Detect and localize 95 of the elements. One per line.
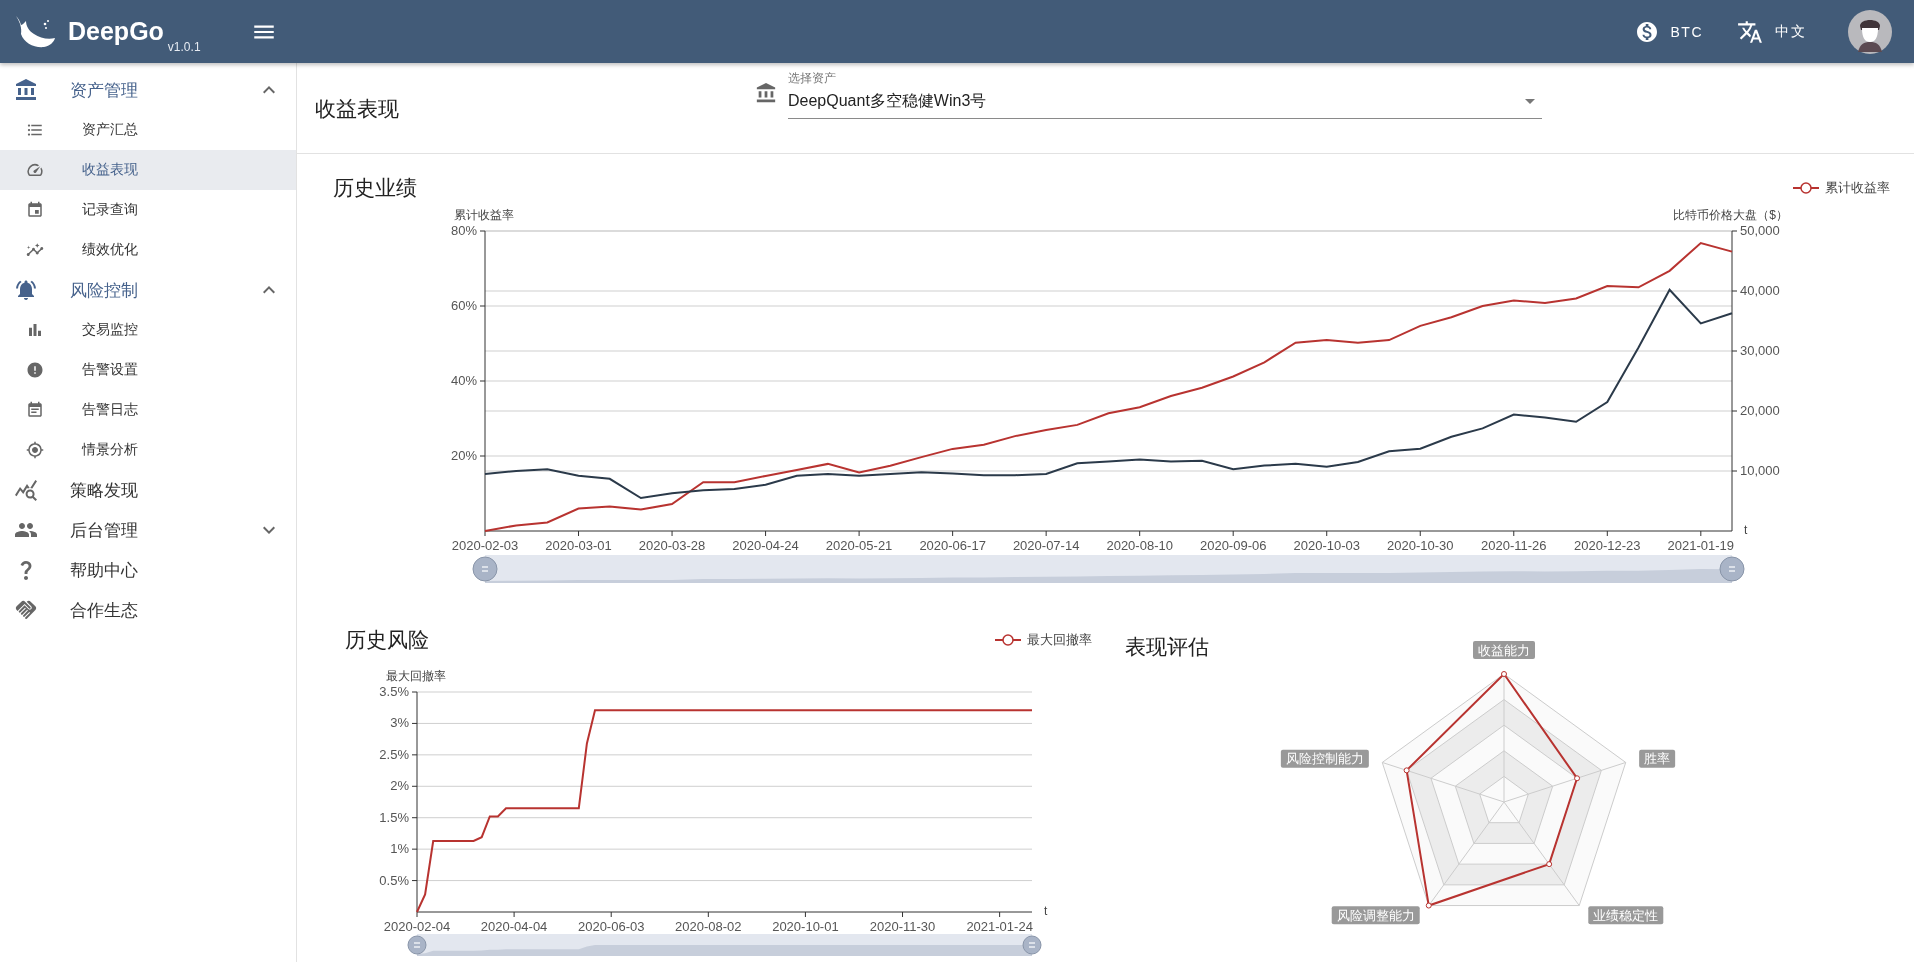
bank-icon: [755, 82, 777, 104]
target-icon: [26, 441, 44, 459]
sidebar-item[interactable]: 收益表现: [0, 150, 296, 190]
tick-label: 80%: [450, 223, 477, 238]
tick-label: 2020-10-03: [1293, 538, 1360, 553]
slider-handle[interactable]: [472, 556, 498, 582]
axis-title: t: [1744, 523, 1748, 537]
avatar[interactable]: [1848, 9, 1892, 54]
tick-label: 2020-10-30: [1387, 538, 1454, 553]
tick-label: 50,000: [1740, 223, 1780, 238]
tick-label: 2020-11-26: [1481, 538, 1547, 553]
bank-icon: [14, 78, 38, 102]
slider-handle[interactable]: [1719, 556, 1745, 582]
tick-label: 2021-01-24: [966, 919, 1033, 934]
page-title: 收益表现: [315, 96, 400, 122]
tick-label: 2020-07-14: [1012, 538, 1080, 553]
axis-title: 比特币价格大盘（$）: [1673, 208, 1788, 222]
tick-label: 2020-05-21: [825, 538, 893, 553]
tick-label: 1.5%: [379, 809, 409, 825]
sidebar-group[interactable]: 风险控制: [0, 270, 296, 310]
sidebar-group[interactable]: 资产管理: [0, 70, 296, 110]
legend-marker-icon[interactable]: [1793, 181, 1819, 195]
tick-label: 10,000: [1740, 463, 1780, 478]
indicator-label: 业绩稳定性: [1588, 906, 1664, 925]
sidebar-item[interactable]: 告警设置: [0, 350, 296, 390]
tick-label: 2020-02-03: [451, 538, 519, 553]
tick-label: 2020-04-24: [732, 538, 799, 553]
tick-label: 2020-06-03: [577, 919, 645, 934]
sidebar-item[interactable]: 绩效优化: [0, 230, 296, 270]
tick-label: 2020-06-17: [919, 538, 986, 553]
legend-label: 最大回撤率: [1027, 631, 1092, 649]
sidebar-group[interactable]: 帮助中心: [0, 550, 296, 590]
bar-chart-icon: [26, 321, 44, 339]
tick-label: 2.5%: [379, 746, 409, 762]
legend-marker-icon[interactable]: [995, 633, 1021, 647]
indicator-label: 收益能力: [1473, 641, 1535, 659]
chart-icon: [14, 478, 38, 502]
sidebar-item[interactable]: 资产汇总: [0, 110, 296, 150]
tick-label: 2020-12-23: [1574, 538, 1641, 553]
sidebar-group[interactable]: 合作生态: [0, 590, 296, 630]
section-title: 历史风险: [345, 627, 429, 653]
tick-label: 3%: [390, 715, 409, 731]
tick-label: 20%: [450, 448, 477, 463]
gauge-icon: [26, 161, 44, 179]
calendar-icon: [26, 201, 44, 219]
dollar-icon: [1634, 19, 1659, 44]
alert-icon: [26, 361, 44, 379]
tick-label: 1%: [390, 841, 409, 857]
tick-label: 2020-11-30: [869, 919, 936, 934]
tick-label: 3.5%: [379, 684, 409, 699]
range-slider[interactable]: [417, 934, 1032, 956]
tick-label: 2020-03-01: [545, 538, 612, 553]
tick-label: 2020-08-02: [675, 919, 742, 934]
sidebar-item[interactable]: 告警日志: [0, 390, 296, 430]
tick-label: 60%: [450, 298, 477, 313]
legend-label: 累计收益率: [1825, 179, 1890, 197]
handshake-icon: [14, 598, 38, 622]
tick-label: 40,000: [1740, 283, 1780, 298]
indicator-label: 风险控制能力: [1280, 749, 1369, 768]
slider-handle[interactable]: [1022, 935, 1042, 955]
axis-title: 累计收益率: [454, 208, 514, 222]
tick-label: 0.5%: [379, 872, 409, 888]
app-logo: DeepGo: [68, 17, 164, 46]
sidebar-group[interactable]: 后台管理: [0, 510, 296, 550]
asset-select[interactable]: 选择资产 DeepQuant多空稳健Win3号: [788, 70, 1542, 119]
tick-label: 2020-08-10: [1106, 538, 1173, 553]
line-chart-icon: [26, 241, 44, 259]
tick-label: 2%: [390, 778, 409, 794]
tick-label: 2020-03-28: [638, 538, 706, 553]
translate-icon: [1737, 18, 1763, 45]
sidebar-group[interactable]: 策略发现: [0, 470, 296, 510]
sidebar-item[interactable]: 交易监控: [0, 310, 296, 350]
axis-title: 最大回撤率: [386, 669, 446, 683]
caret-icon: [1525, 99, 1535, 104]
section-title: 历史业绩: [333, 175, 417, 201]
sidebar-item[interactable]: 情景分析: [0, 430, 296, 470]
tick-label: 40%: [450, 373, 477, 388]
tick-label: 2021-01-19: [1667, 538, 1735, 553]
section-title: 表现评估: [1125, 634, 1210, 659]
tick-label: 30,000: [1740, 343, 1780, 358]
indicator-label: 胜率: [1639, 749, 1676, 768]
tick-label: 2020-09-06: [1199, 538, 1267, 553]
tick-label: 2020-02-04: [383, 919, 451, 934]
tick-label: 20,000: [1740, 403, 1780, 418]
tick-label: 2020-04-04: [480, 919, 548, 934]
slider-handle[interactable]: [407, 935, 427, 955]
calendar-icon: [26, 401, 44, 419]
currency-button[interactable]: BTC: [1634, 15, 1703, 48]
language-button[interactable]: 中文: [1737, 14, 1806, 49]
tick-label: 2020-10-01: [772, 919, 839, 934]
sidebar-item[interactable]: 记录查询: [0, 190, 296, 230]
axis-title: t: [1044, 904, 1048, 918]
app-version: v1.0.1: [167, 40, 201, 54]
indicator-label: 风险调整能力: [1331, 906, 1420, 925]
bell-icon: [14, 278, 38, 302]
